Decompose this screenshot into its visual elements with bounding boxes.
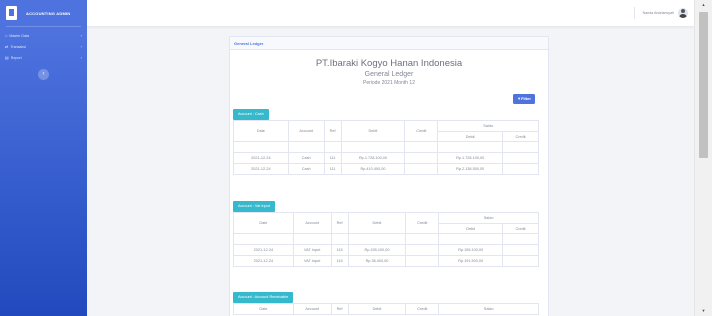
col-header-account: Account [292, 212, 332, 234]
topbar: Nanda Andriansyah [87, 0, 694, 26]
col-header-debit: Debit [347, 212, 407, 234]
report-title: General Ledger [364, 71, 414, 78]
cell-ref: 111 [323, 163, 342, 175]
cell-saldo-debit: Rp.2.138.500,00 [437, 163, 504, 175]
vertical-scrollbar[interactable]: ▲ ▼ [694, 0, 712, 316]
col-header-ref: Ref [330, 212, 349, 234]
avatar [678, 8, 688, 18]
chevron-right-icon: › [80, 55, 82, 60]
col-header-date: Date [233, 303, 294, 315]
report-period: Periode 2021 Month 12 [363, 80, 415, 86]
cell-account: Cash [287, 152, 325, 164]
sidebar-item-report[interactable]: ▤ Report › [0, 52, 87, 63]
table-row: 2021-12-24 Cash 111 Rp.410.400,00 Rp.2.1… [233, 163, 539, 175]
col-header-credit: Credit [405, 303, 440, 315]
col-header-saldo: Saldo [438, 212, 539, 224]
cell-saldo-credit [502, 244, 539, 256]
cell-saldo-debit: Rp.1.728.100,00 [437, 152, 504, 164]
brand-text: ACCOUNTING ADMIN [26, 10, 71, 16]
sidebar: ACCOUNTING ADMIN ⌂ Master Data › ⇄ Trans… [0, 0, 87, 316]
cell-date: 2021-12-24 [233, 163, 289, 175]
cell-date: 2021-12-24 [233, 244, 294, 256]
sidebar-item-master-data[interactable]: ⌂ Master Data › [0, 30, 87, 41]
cell-saldo-credit [502, 152, 539, 164]
cell-account: Cash [287, 163, 325, 175]
chevron-right-icon: › [80, 44, 82, 49]
table-row: 2021-12-24 Cash 111 Rp.1.728.100,00 Rp.1… [233, 152, 539, 164]
chevron-right-icon: › [80, 33, 82, 38]
row-spacer [233, 141, 289, 153]
col-header-saldo: Saldo [437, 120, 539, 132]
account-tag-account-receivable: Account : Account Receivable [233, 292, 294, 303]
cell-debit: Rp.36.400,00 [347, 255, 407, 267]
col-header-account: Account [292, 303, 332, 315]
col-header-credit: Credit [404, 120, 439, 142]
table-row: 2021-12-24 VAT Input 115 Rp.36.400,00 Rp… [233, 255, 539, 267]
sidebar-divider [6, 26, 81, 27]
account-tag-vat-input: Account : Vat Input [233, 201, 275, 212]
user-dropdown[interactable]: Nanda Andriansyah [633, 7, 688, 19]
cell-credit [405, 255, 440, 267]
col-header-debit: Debit [347, 303, 407, 315]
cell-debit: Rp.155.100,00 [347, 244, 407, 256]
cell-date: 2021-12-24 [233, 255, 294, 267]
row-spacer [233, 233, 294, 245]
sidebar-item-label: Master Data [9, 33, 29, 38]
col-header-date: Date [233, 212, 294, 234]
scroll-up-arrow-icon[interactable]: ▲ [695, 0, 712, 10]
scroll-down-arrow-icon[interactable]: ▼ [695, 306, 712, 316]
home-icon: ⌂ [5, 33, 8, 38]
cell-credit [404, 152, 439, 164]
cell-account: VAT Input [292, 255, 332, 267]
cell-saldo-debit: Rp.191.500,00 [438, 255, 504, 267]
col-header-saldo-debit: Debit [437, 131, 504, 142]
topbar-divider [633, 7, 635, 19]
col-header-ref: Ref [330, 303, 349, 315]
cell-debit: Rp.410.400,00 [340, 163, 406, 175]
cell-date: 2021-12-24 [233, 152, 289, 164]
col-header-saldo-credit: Credit [502, 223, 539, 234]
sidebar-item-label: Report [10, 55, 22, 60]
col-header-saldo: Saldo [438, 303, 539, 315]
general-ledger-card: General Ledger PT.Ibaraki Kogyo Hanan In… [229, 36, 549, 316]
col-header-saldo-debit: Debit [438, 223, 504, 234]
cell-credit [404, 163, 439, 175]
cell-saldo-debit: Rp.155.100,00 [438, 244, 504, 256]
cell-saldo-credit [502, 255, 539, 267]
cell-credit [405, 244, 440, 256]
cell-account: VAT Input [292, 244, 332, 256]
sidebar-brand[interactable]: ACCOUNTING ADMIN [0, 0, 87, 26]
col-header-date: Date [233, 120, 289, 142]
sidebar-item-label: Transaksi [10, 44, 26, 49]
report-icon: ▤ [5, 55, 9, 60]
cell-ref: 115 [330, 244, 349, 256]
cell-ref: 115 [330, 255, 349, 267]
filter-label: Filter [521, 96, 531, 101]
col-header-account: Account [287, 120, 325, 142]
col-header-saldo-credit: Credit [502, 131, 539, 142]
sidebar-item-transaksi[interactable]: ⇄ Transaksi › [0, 41, 87, 52]
cell-ref: 111 [323, 152, 342, 164]
table-row: 2021-12-24 VAT Input 115 Rp.155.100,00 R… [233, 244, 539, 256]
ledger-table-cash: Date Account Ref Debit Credit Saldo Debi… [233, 120, 539, 175]
cell-saldo-credit [502, 163, 539, 175]
account-tag-cash: Account : Cash [233, 109, 269, 120]
filter-button[interactable]: ▼Filter [513, 94, 535, 104]
card-header: General Ledger [230, 37, 548, 50]
user-name: Nanda Andriansyah [642, 11, 674, 15]
col-header-ref: Ref [323, 120, 342, 142]
sidebar-toggle-button[interactable]: ‹ [38, 69, 49, 80]
ledger-table-vat-input: Date Account Ref Debit Credit Saldo Debi… [233, 212, 539, 267]
scrollbar-thumb[interactable] [699, 12, 708, 158]
cell-debit: Rp.1.728.100,00 [340, 152, 406, 164]
ledger-book-icon [6, 6, 17, 20]
ledger-table-account-receivable: Date Account Ref Debit Credit Saldo [233, 303, 539, 315]
company-name: PT.Ibaraki Kogyo Hanan Indonesia [315, 58, 463, 69]
col-header-debit: Debit [340, 120, 406, 142]
col-header-credit: Credit [405, 212, 440, 234]
transfer-icon: ⇄ [5, 44, 9, 49]
